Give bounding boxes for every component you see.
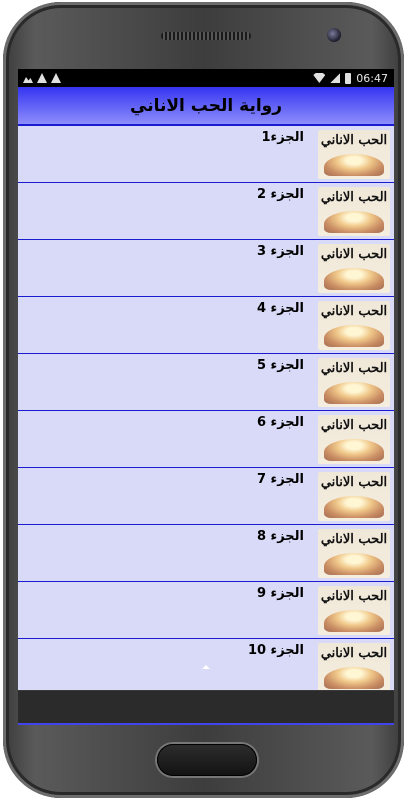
- thumbnail-title: الحب الاناني: [320, 361, 388, 376]
- wifi-icon: [313, 73, 326, 83]
- open-book-icon: [324, 268, 384, 290]
- thumbnail-title: الحب الاناني: [320, 646, 388, 661]
- list-item[interactable]: الحب الاناني الجزء 9: [18, 582, 394, 639]
- open-book-icon: [324, 382, 384, 404]
- phone-frame: 06:47 رواية الحب الاناني الحب الاناني الج…: [3, 2, 404, 798]
- open-book-icon: [324, 211, 384, 233]
- status-left-icons: [18, 73, 61, 83]
- book-thumbnail: الحب الاناني: [318, 643, 390, 690]
- list-item[interactable]: الحب الاناني الجزء 4: [18, 297, 394, 354]
- chapter-label: الجزء 6: [256, 415, 304, 430]
- thumbnail-title: الحب الاناني: [320, 247, 388, 262]
- open-book-icon: [324, 154, 384, 176]
- status-time: 06:47: [356, 71, 388, 85]
- chapter-list[interactable]: الحب الاناني الجزء1 الحب الاناني الجزء 2 الح…: [18, 126, 394, 690]
- thumbnail-title: الحب الاناني: [320, 304, 388, 319]
- list-item[interactable]: الحب الاناني الجزء 5: [18, 354, 394, 411]
- open-book-icon: [324, 439, 384, 461]
- image-icon: [23, 77, 33, 83]
- chapter-label: الجزء 5: [256, 358, 304, 373]
- book-thumbnail: الحب الاناني: [318, 130, 390, 179]
- book-thumbnail: الحب الاناني: [318, 586, 390, 635]
- open-book-icon: [324, 667, 384, 689]
- chapter-label: الجزء 9: [256, 586, 304, 601]
- open-book-icon: [324, 496, 384, 518]
- thumbnail-title: الحب الاناني: [320, 190, 388, 205]
- chapter-label: الجزء1: [261, 130, 305, 145]
- thumbnail-title: الحب الاناني: [320, 133, 388, 148]
- chapter-label: الجزء 4: [256, 301, 304, 316]
- book-thumbnail: الحب الاناني: [318, 244, 390, 293]
- status-right-icons: 06:47: [313, 72, 394, 85]
- chapter-label: الجزء 8: [256, 529, 304, 544]
- warning-icon: [51, 73, 61, 83]
- warning-icon: [37, 73, 47, 83]
- earpiece-speaker: [161, 32, 251, 40]
- book-thumbnail: الحب الاناني: [318, 472, 390, 521]
- book-thumbnail: الحب الاناني: [318, 187, 390, 236]
- open-book-icon: [324, 553, 384, 575]
- signal-icon: [330, 73, 341, 83]
- open-book-icon: [324, 325, 384, 347]
- home-button[interactable]: [157, 744, 257, 776]
- front-camera: [327, 28, 341, 42]
- book-thumbnail: الحب الاناني: [318, 529, 390, 578]
- screen: 06:47 رواية الحب الاناني الحب الاناني الج…: [18, 69, 394, 725]
- battery-icon: [345, 72, 352, 84]
- chapter-label: الجزء 3: [256, 244, 304, 259]
- book-thumbnail: الحب الاناني: [318, 301, 390, 350]
- scroll-up-indicator-icon: [202, 665, 210, 669]
- open-book-icon: [324, 610, 384, 632]
- list-item[interactable]: الحب الاناني الجزء 6: [18, 411, 394, 468]
- list-item[interactable]: الحب الاناني الجزء 8: [18, 525, 394, 582]
- status-bar: 06:47: [18, 69, 394, 87]
- chapter-label: الجزء 10: [247, 643, 304, 658]
- book-thumbnail: الحب الاناني: [318, 415, 390, 464]
- list-item[interactable]: الحب الاناني الجزء 2: [18, 183, 394, 240]
- thumbnail-title: الحب الاناني: [320, 418, 388, 433]
- list-item[interactable]: الحب الاناني الجزء1: [18, 126, 394, 183]
- chapter-label: الجزء 2: [256, 187, 304, 202]
- thumbnail-title: الحب الاناني: [320, 589, 388, 604]
- list-item[interactable]: الحب الاناني الجزء 7: [18, 468, 394, 525]
- bottom-divider: [18, 723, 394, 725]
- thumbnail-title: الحب الاناني: [320, 532, 388, 547]
- list-item[interactable]: الحب الاناني الجزء 3: [18, 240, 394, 297]
- thumbnail-title: الحب الاناني: [320, 475, 388, 490]
- book-thumbnail: الحب الاناني: [318, 358, 390, 407]
- bottom-bar: [18, 690, 394, 725]
- app-title-bar: رواية الحب الاناني: [18, 87, 394, 126]
- app-title: رواية الحب الاناني: [130, 95, 283, 116]
- chapter-label: الجزء 7: [256, 472, 304, 487]
